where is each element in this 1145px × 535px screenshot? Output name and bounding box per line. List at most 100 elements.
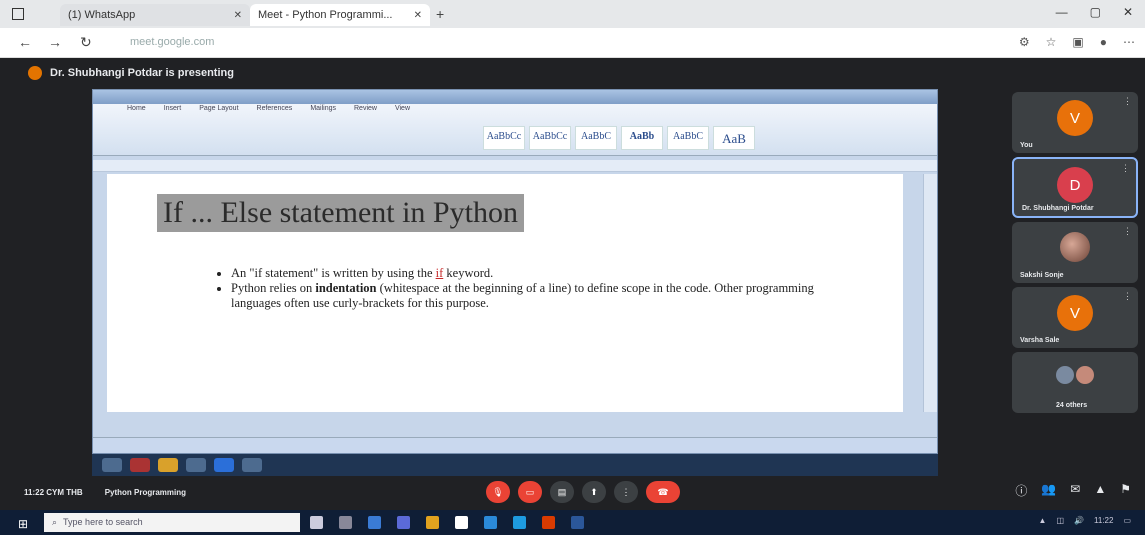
office-icon[interactable] <box>542 516 555 529</box>
ribbon-tabs: Home Insert Page Layout References Maili… <box>127 105 410 112</box>
participant-tile[interactable]: ⋮ V You <box>1012 92 1138 153</box>
style-swatch: AaBbCc <box>529 126 571 150</box>
more-options-button[interactable]: ⋮ <box>614 481 638 503</box>
avatar <box>1076 366 1094 384</box>
windows-start-icon[interactable]: ⊞ <box>18 517 28 531</box>
close-window-button[interactable]: ✕ <box>1123 5 1133 19</box>
word-ribbon: Home Insert Page Layout References Maili… <box>93 104 937 156</box>
camera-off-button[interactable]: ▭ <box>518 481 542 503</box>
close-icon[interactable]: ✕ <box>414 10 422 21</box>
word-status-bar <box>93 437 937 453</box>
meet-main: Dr. Shubhangi Potdar is presenting Home … <box>0 58 1145 510</box>
ribbon-tab: References <box>256 105 293 112</box>
tab-label: (1) WhatsApp <box>68 9 136 21</box>
more-menu-icon[interactable]: ⋯ <box>1123 35 1135 49</box>
file-explorer-icon[interactable] <box>368 516 381 529</box>
participant-tile[interactable]: ⋮ D Dr. Shubhangi Potdar <box>1012 157 1138 218</box>
present-button[interactable]: ⬆ <box>582 481 606 503</box>
edge-icon[interactable] <box>513 516 526 529</box>
chat-icon[interactable]: ✉ <box>1070 482 1080 499</box>
favorites-icon[interactable]: ☆ <box>1046 35 1057 49</box>
participant-tile[interactable]: ⋮ V Varsha Sale <box>1012 287 1138 348</box>
profile-icon[interactable]: ● <box>1100 35 1107 49</box>
leave-call-button[interactable]: ☎ <box>646 481 680 503</box>
presenter-dot-icon <box>28 66 42 80</box>
folder-icon[interactable] <box>426 516 439 529</box>
url-field[interactable]: meet.google.com <box>118 33 898 53</box>
tab-label: Meet - Python Programmi... <box>258 9 393 21</box>
style-swatch: AaB <box>713 126 755 150</box>
vertical-scrollbar[interactable] <box>923 174 937 412</box>
host-controls-icon[interactable]: ⚑ <box>1120 482 1131 499</box>
more-options-icon[interactable]: ⋮ <box>1123 96 1132 107</box>
participant-tile[interactable]: 24 others <box>1012 352 1138 413</box>
ribbon-tab: Review <box>354 105 377 112</box>
clock[interactable]: 11:22 <box>1094 516 1113 525</box>
mic-off-button[interactable]: 🎙 <box>486 481 510 503</box>
list-item: An "if statement" is written by using th… <box>231 266 855 281</box>
taskbar-apps <box>310 516 584 529</box>
collections-icon[interactable]: ▣ <box>1072 35 1083 49</box>
taskbar-search[interactable]: ⌕ Type here to search <box>44 513 300 532</box>
ribbon-tab: View <box>394 105 410 112</box>
teams-icon[interactable] <box>397 516 410 529</box>
search-placeholder: Type here to search <box>63 517 143 527</box>
people-icon[interactable]: 👥 <box>1041 482 1056 499</box>
window-menu-icon[interactable] <box>12 8 24 20</box>
info-icon[interactable]: ⓘ <box>1015 482 1027 499</box>
extensions-icon[interactable]: ⚙ <box>1019 35 1030 49</box>
tab-meet[interactable]: Meet - Python Programmi... ✕ <box>250 4 430 26</box>
app-icon <box>214 458 234 472</box>
participant-name: Sakshi Sonje <box>1020 272 1064 279</box>
task-view-icon[interactable] <box>339 516 352 529</box>
bullet-text: Python relies on <box>231 281 316 295</box>
maximize-button[interactable]: ▢ <box>1090 5 1101 19</box>
bullet-text: keyword. <box>443 266 494 280</box>
bullet-text: An "if statement" is written by using th… <box>231 266 436 280</box>
close-icon[interactable]: ✕ <box>234 10 242 21</box>
more-options-icon[interactable]: ⋮ <box>1123 226 1132 237</box>
meet-control-bar: 11:22 CYM THB Python Programming 🎙 ▭ ▤ ⬆… <box>0 476 1145 510</box>
list-item: Python relies on indentation (whitespace… <box>231 281 855 311</box>
volume-icon[interactable]: 🔊 <box>1074 516 1084 525</box>
document-title: If ... Else statement in Python <box>157 194 524 232</box>
new-tab-button[interactable]: + <box>436 6 444 22</box>
others-avatars <box>1056 366 1094 384</box>
presenting-text: Dr. Shubhangi Potdar is presenting <box>50 67 234 79</box>
browser-tab-bar: (1) WhatsApp ✕ Meet - Python Programmi..… <box>0 0 1145 28</box>
style-swatch: AaBb <box>621 126 663 150</box>
app-icon <box>186 458 206 472</box>
avatar: V <box>1057 100 1093 136</box>
captions-button[interactable]: ▤ <box>550 481 574 503</box>
meeting-info: 11:22 CYM THB Python Programming <box>24 488 186 497</box>
participant-tile[interactable]: ⋮ Sakshi Sonje <box>1012 222 1138 283</box>
system-tray: ▲ ◫ 🔊 11:22 ▭ <box>1039 516 1131 525</box>
app-icon <box>130 458 150 472</box>
cortana-icon[interactable] <box>310 516 323 529</box>
more-options-icon[interactable]: ⋮ <box>1123 291 1132 302</box>
tab-whatsapp[interactable]: (1) WhatsApp ✕ <box>60 4 250 26</box>
word-icon[interactable] <box>571 516 584 529</box>
participant-name: Dr. Shubhangi Potdar <box>1022 205 1094 212</box>
network-icon[interactable]: ◫ <box>1056 516 1064 525</box>
activities-icon[interactable]: ▲ <box>1094 482 1106 499</box>
chrome-icon[interactable] <box>455 516 468 529</box>
app-icon <box>158 458 178 472</box>
presenting-banner: Dr. Shubhangi Potdar is presenting <box>28 66 234 80</box>
ribbon-tab: Page Layout <box>199 105 239 112</box>
side-controls: ⓘ 👥 ✉ ▲ ⚑ <box>1015 482 1131 499</box>
reload-icon[interactable]: ↻ <box>80 34 92 51</box>
address-bar-row: ← → ↻ meet.google.com ⚙ ☆ ▣ ● ⋯ <box>0 28 1145 58</box>
word-title-bar <box>93 90 937 104</box>
tray-icon[interactable]: ▲ <box>1039 516 1047 525</box>
notifications-icon[interactable]: ▭ <box>1123 516 1131 525</box>
forward-arrow-icon[interactable]: → <box>48 34 62 50</box>
document-page: If ... Else statement in Python An "if s… <box>107 174 903 412</box>
store-icon[interactable] <box>484 516 497 529</box>
window-controls: — ▢ ✕ <box>1056 5 1133 19</box>
ribbon-tab: Mailings <box>310 105 336 112</box>
more-options-icon[interactable]: ⋮ <box>1121 163 1130 174</box>
back-arrow-icon[interactable]: ← <box>18 34 32 50</box>
meeting-title: Python Programming <box>104 488 187 497</box>
minimize-button[interactable]: — <box>1056 5 1068 19</box>
